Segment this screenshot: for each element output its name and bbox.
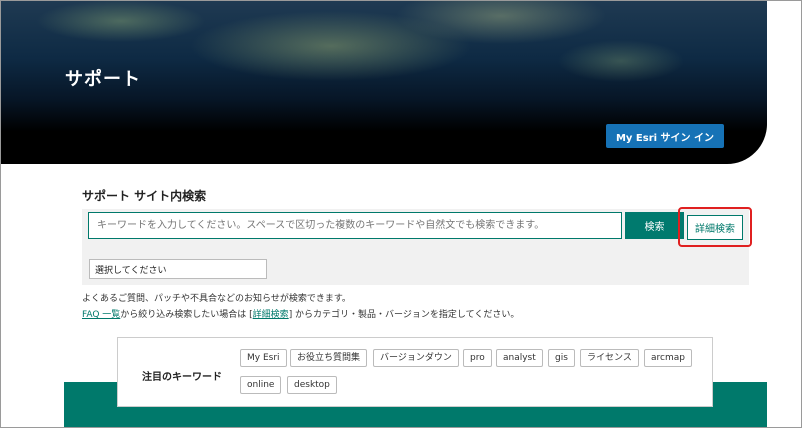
keywords-title: 注目のキーワード [142, 372, 222, 383]
category-select[interactable]: 選択してください [89, 259, 267, 279]
keyword-tag[interactable]: arcmap [644, 349, 692, 367]
search-note: よくあるご質問、パッチや不具合などのお知らせが検索できます。 [82, 294, 351, 304]
faq-list-link[interactable]: FAQ 一覧 [82, 310, 120, 320]
keyword-tag[interactable]: お役立ち質問集 [290, 349, 368, 367]
keyword-tag[interactable]: バージョンダウン [373, 349, 459, 367]
page-title: サポート [65, 69, 141, 90]
search-hint: FAQ 一覧から絞り込み検索したい場合は [詳細検索] からカテゴリ・製品・バー… [82, 307, 519, 320]
keyword-tag[interactable]: ライセンス [580, 349, 639, 367]
hint-text-end: ] からカテゴリ・製品・バージョンを指定してください。 [288, 310, 520, 320]
hero-banner: サポート My Esri サイン イン [1, 1, 767, 164]
page-frame: サポート My Esri サイン イン サポート サイト内検索 検索 詳細検索 … [0, 0, 802, 428]
search-input[interactable] [88, 212, 622, 239]
keyword-tag[interactable]: desktop [287, 376, 337, 394]
keyword-tag[interactable]: pro [463, 349, 492, 367]
advanced-search-link[interactable]: 詳細検索 [253, 310, 289, 320]
keyword-tag[interactable]: online [240, 376, 282, 394]
advanced-search-button[interactable]: 詳細検索 [687, 215, 743, 240]
keyword-tag[interactable]: analyst [496, 349, 543, 367]
search-section-title: サポート サイト内検索 [82, 189, 207, 203]
search-button[interactable]: 検索 [625, 212, 684, 239]
keywords-box: 注目のキーワード My Esri お役立ち質問集 バージョンダウン pro an… [117, 337, 713, 407]
keyword-tag[interactable]: My Esri [240, 349, 287, 367]
hint-text-mid: から絞り込み検索したい場合は [ [120, 310, 253, 320]
keyword-tag[interactable]: gis [548, 349, 575, 367]
my-esri-signin-button[interactable]: My Esri サイン イン [606, 124, 724, 148]
